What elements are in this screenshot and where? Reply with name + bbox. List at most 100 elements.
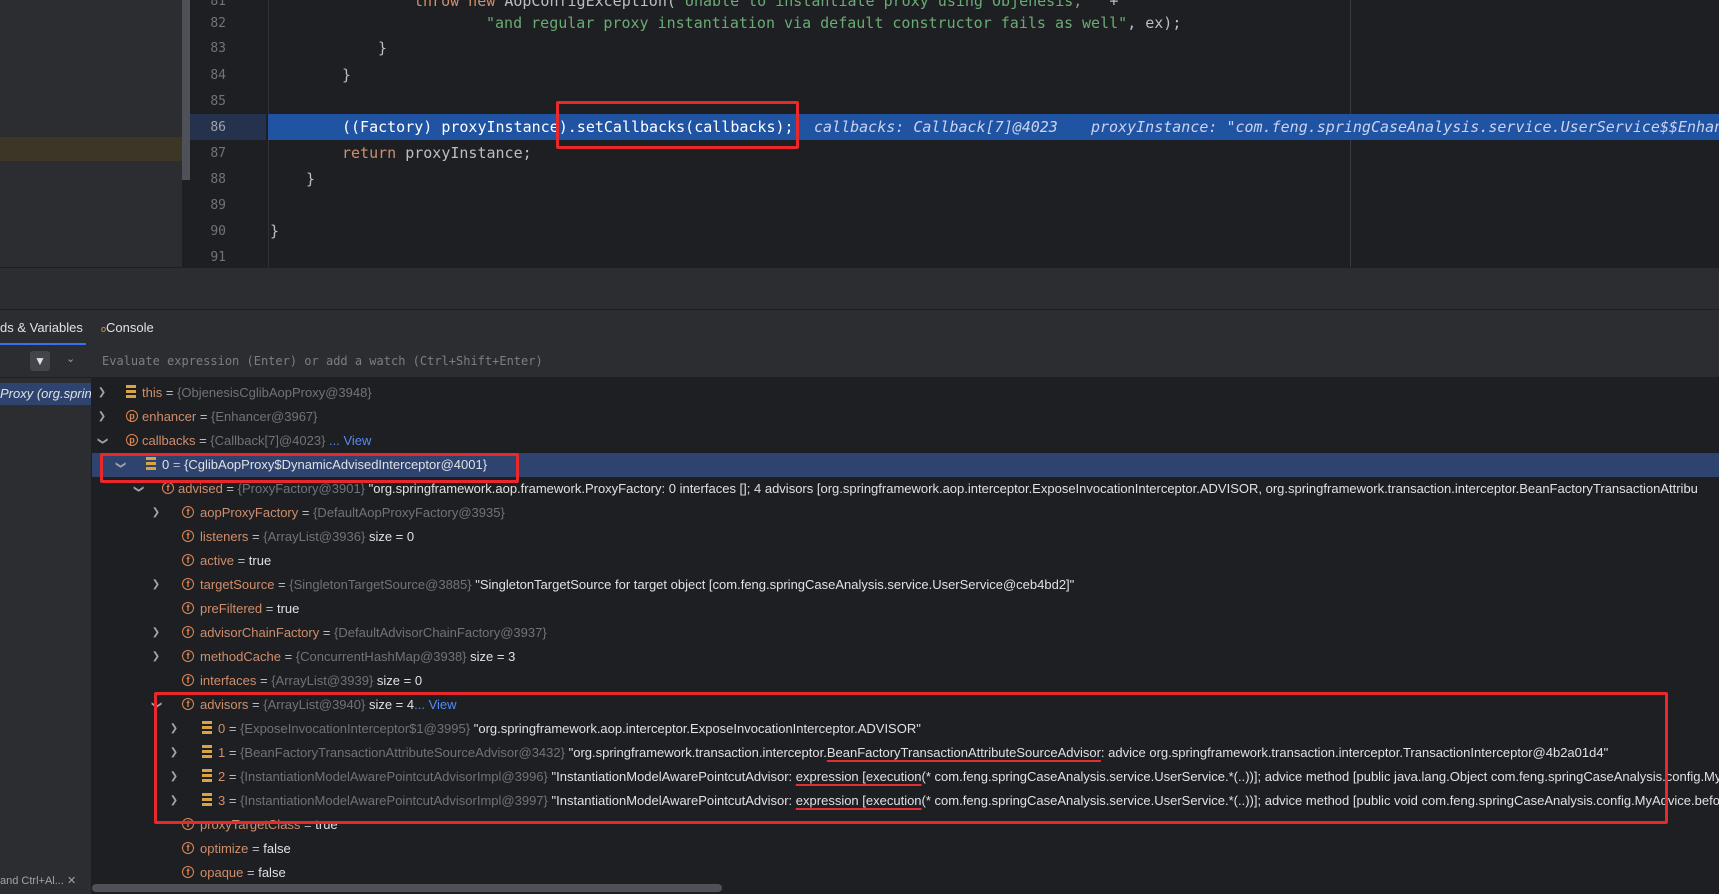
chevron-right-icon[interactable]: ❯ [168,717,180,741]
chevron-right-icon[interactable]: ❯ [96,405,108,429]
var-type: {Enhancer@3967} [211,409,318,424]
chevron-right-icon[interactable]: ❯ [150,573,162,597]
filter-icon[interactable]: ▼ [30,351,50,371]
var-name: enhancer [142,409,197,424]
chevron-right-icon[interactable]: ❯ [150,645,162,669]
close-icon[interactable]: ✕ [67,875,76,887]
array-element-icon [146,457,156,471]
tree-row[interactable]: f listeners = {ArrayList@3936} size = 0 [92,525,1719,549]
tree-row[interactable]: ❯ f advisorChainFactory = {DefaultAdviso… [92,621,1719,645]
chevron-down-icon[interactable]: ❯ [92,435,114,447]
inline-debug-value: callbacks: Callback[7]@4023 [814,118,1058,136]
tree-row[interactable]: f optimize = false [92,837,1719,861]
tree-row[interactable]: ❯ f advisors = {ArrayList@3940} size = 4… [92,693,1719,717]
tree-row[interactable]: ❯ 3 = {InstantiationModelAwarePointcutAd… [92,789,1719,813]
var-name: opaque [200,865,244,880]
var-name: active [200,553,234,568]
var-row-text: enhancer = {Enhancer@3967} [142,409,318,424]
line-number: 86 [210,120,226,135]
tree-row[interactable]: ❯ f targetSource = {SingletonTargetSourc… [92,573,1719,597]
final-field-icon: f [182,578,194,590]
tree-row[interactable]: f opaque = false [92,861,1719,885]
chevron-down-icon[interactable]: ❯ [126,483,150,495]
var-name: targetSource [200,577,275,592]
project-selected-row [0,137,182,161]
var-row-text: this = {ObjenesisCglibAopProxy@3948} [142,385,372,400]
view-link[interactable]: ... View [414,697,456,712]
tree-row[interactable]: ❯ f aopProxyFactory = {DefaultAopProxyFa… [92,501,1719,525]
tree-row[interactable]: f preFiltered = true [92,597,1719,621]
var-type: {ProxyFactory@3901} [237,481,366,496]
var-value: size = 0 [373,673,423,688]
var-row-text: opaque = false [200,865,286,880]
line-number: 91 [210,250,226,265]
var-row-text: preFiltered = true [200,601,300,616]
tab-console[interactable]: oConsole [101,320,154,335]
chevron-down-icon[interactable]: ❯ [108,459,132,471]
tree-row[interactable]: f interfaces = {ArrayList@3939} size = 0 [92,669,1719,693]
var-name: this [142,385,163,400]
tree-row[interactable]: f proxyTargetClass = true [92,813,1719,837]
tree-row[interactable]: ❯ p callbacks = {Callback[7]@4023} ... V… [92,429,1719,453]
var-row-text: methodCache = {ConcurrentHashMap@3938} s… [200,649,516,664]
code-line-86: ((Factory) proxyInstance).setCallbacks(c… [342,118,794,136]
view-link[interactable]: ... View [329,433,371,448]
var-type: {ArrayList@3936} [263,529,366,544]
code-text: proxyInstance; [396,144,532,162]
line-number: 81 [210,0,226,9]
tree-row[interactable]: ❯ 0 = {ExposeInvocationInterceptor$1@399… [92,717,1719,741]
tab-threads-variables[interactable]: ds & Variables [0,320,83,335]
evaluate-bar: ▼ ⌄ Evaluate expression (Enter) or add a… [0,345,1719,378]
chevron-down-icon[interactable]: ❯ [144,699,168,711]
code-string: "and regular proxy instantiation via def… [486,14,1128,32]
code-text: .setCallbacks(callbacks); [567,118,794,136]
var-type: {Callback[7]@4023} [210,433,326,448]
project-scrollbar[interactable] [182,0,190,180]
line-number: 84 [210,68,226,83]
var-type: {DefaultAopProxyFactory@3935} [313,505,505,520]
var-row-text: listeners = {ArrayList@3936} size = 0 [200,529,415,544]
tree-row[interactable]: ❯ f methodCache = {ConcurrentHashMap@393… [92,645,1719,669]
tree-row-selected[interactable]: ❯ 0 = {CglibAopProxy$DynamicAdvisedInter… [92,453,1719,477]
chevron-right-icon[interactable]: ❯ [150,501,162,525]
final-field-icon: f [182,818,194,830]
var-value: "SingletonTargetSource for target object… [475,577,1075,592]
chevron-right-icon[interactable]: ❯ [168,765,180,789]
final-field-icon: f [182,530,194,542]
tree-row[interactable]: ❯ this = {ObjenesisCglibAopProxy@3948} [92,381,1719,405]
code-line-87: return proxyInstance; [342,144,532,162]
tree-row[interactable]: f active = true [92,549,1719,573]
tree-row[interactable]: ❯ 2 = {InstantiationModelAwarePointcutAd… [92,765,1719,789]
horizontal-scrollbar[interactable] [92,884,722,892]
array-element-icon [202,793,212,807]
code-keyword: return [342,144,397,162]
line-number: 90 [210,224,226,239]
chevron-right-icon[interactable]: ❯ [150,621,162,645]
line-number: 83 [210,41,226,56]
var-type: {SingletonTargetSource@3885} [289,577,472,592]
var-row-text: optimize = false [200,841,291,856]
chevron-down-icon[interactable]: ⌄ [66,352,75,365]
chevron-right-icon[interactable]: ❯ [168,789,180,813]
var-value-underlined: expression [execution [795,793,922,808]
array-element-icon [202,745,212,759]
var-type: {DefaultAdvisorChainFactory@3937} [334,625,547,640]
private-field-icon: p [126,434,138,446]
tree-row[interactable]: ❯ f advised = {ProxyFactory@3901} "org.s… [92,477,1719,501]
final-field-icon: f [182,626,194,638]
evaluate-expression-input[interactable]: Evaluate expression (Enter) or add a wat… [92,351,1719,371]
code-editor[interactable]: 81 82 83 84 85 86 87 88 89 90 91 throw n… [0,0,1719,267]
selected-frame[interactable]: Proxy (org.sprin [0,383,91,405]
tree-row[interactable]: ❯ p enhancer = {Enhancer@3967} [92,405,1719,429]
chevron-right-icon[interactable]: ❯ [168,741,180,765]
var-type: {ArrayList@3939} [271,673,374,688]
code-line-82: "and regular proxy instantiation via def… [486,14,1181,32]
var-type: {InstantiationModelAwarePointcutAdvisorI… [240,769,548,784]
var-value: : advice org.springframework.transaction… [1100,745,1609,760]
frames-hint-label: and Ctrl+Al... [0,875,64,887]
var-type: {BeanFactoryTransactionAttributeSourceAd… [240,745,565,760]
chevron-right-icon[interactable]: ❯ [96,381,108,405]
var-row-text: 3 = {InstantiationModelAwarePointcutAdvi… [218,793,1719,808]
code-line-90: } [270,222,280,240]
tree-row[interactable]: ❯ 1 = {BeanFactoryTransactionAttributeSo… [92,741,1719,765]
